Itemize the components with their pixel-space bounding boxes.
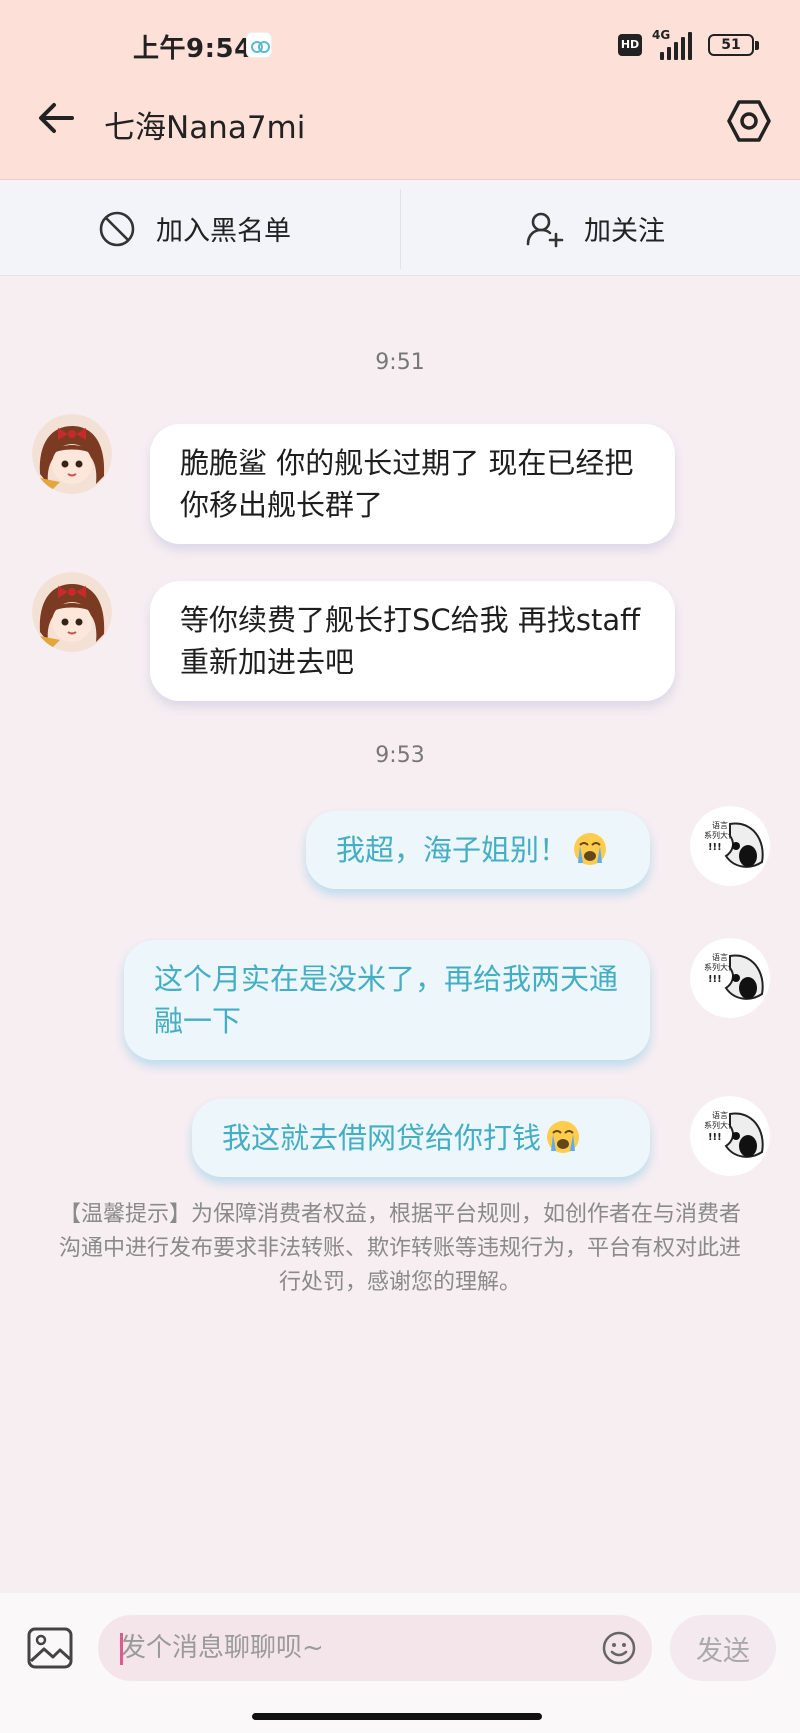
image-icon [27, 1627, 73, 1669]
image-button[interactable] [27, 1627, 73, 1669]
message-composer: 发送 [0, 1593, 800, 1733]
arrow-left-icon [39, 103, 74, 133]
message-input[interactable] [120, 1615, 560, 1681]
emoji-button[interactable] [602, 1631, 636, 1665]
avatar[interactable] [32, 414, 112, 494]
svg-text:语言: 语言 [712, 820, 728, 830]
smiley-icon [602, 1631, 636, 1665]
send-button[interactable]: 发送 [670, 1615, 776, 1681]
battery-icon: 51 [708, 34, 754, 56]
action-divider [400, 189, 401, 269]
block-user-label: 加入黑名单 [156, 216, 291, 247]
comic-character-avatar-icon: 语言 系列大佬 !!! [690, 938, 770, 1018]
message-input-container[interactable] [98, 1615, 652, 1681]
message-bubble-incoming[interactable]: 脆脆鲨 你的舰长过期了 现在已经把你移出舰长群了 [150, 424, 675, 544]
block-user-button[interactable]: 加入黑名单 [98, 181, 291, 276]
avatar[interactable] [32, 572, 112, 652]
block-icon [99, 211, 135, 246]
battery-level: 51 [721, 37, 741, 53]
message-text: 脆脆鲨 你的舰长过期了 现在已经把你移出舰长群了 [180, 446, 634, 522]
svg-text:!!!: !!! [708, 974, 722, 985]
my-avatar[interactable]: 语言 系列大佬 !!! [690, 1096, 770, 1176]
signal-icon [658, 30, 698, 60]
hexagon-settings-icon [727, 100, 771, 142]
chat-screen: 上午9:54 HD 4G 51 七海Nana7mi 加入黑名单 加关注 9:51… [0, 0, 800, 1733]
status-time: 上午9:54 [133, 34, 253, 64]
home-indicator[interactable] [252, 1713, 542, 1720]
message-text: 我这就去借网贷给你打钱 [222, 1121, 542, 1155]
follow-button[interactable]: 加关注 [526, 181, 665, 276]
message-bubble-outgoing[interactable]: 我这就去借网贷给你打钱 [192, 1099, 650, 1177]
battery-tip [755, 41, 759, 50]
action-bar: 加入黑名单 加关注 [0, 181, 800, 276]
chat-title: 七海Nana7mi [104, 110, 306, 146]
settings-button[interactable] [726, 98, 772, 144]
follow-label: 加关注 [584, 216, 665, 247]
timestamp: 9:53 [375, 743, 425, 768]
anime-girl-avatar-icon [32, 572, 112, 652]
message-text: 我超，海子姐别！ [336, 833, 569, 867]
message-text: 这个月实在是没米了，再给我两天通融一下 [154, 962, 619, 1038]
text-cursor [120, 1633, 123, 1665]
loudly-crying-emoji-icon [547, 1121, 580, 1153]
comic-character-avatar-icon: 语言 系列大佬 !!! [690, 1096, 770, 1176]
loudly-crying-emoji-icon [574, 833, 607, 865]
status-indicators: HD 4G 51 [618, 28, 768, 62]
message-bubble-outgoing[interactable]: 这个月实在是没米了，再给我两天通融一下 [124, 940, 650, 1060]
svg-text:语言: 语言 [712, 952, 728, 962]
comic-character-avatar-icon: 语言 系列大佬 !!! [690, 806, 770, 886]
svg-text:语言: 语言 [712, 1110, 728, 1120]
timestamp: 9:51 [375, 350, 425, 375]
status-bar: 上午9:54 HD 4G 51 [0, 28, 800, 68]
svg-text:!!!: !!! [708, 842, 722, 853]
my-avatar[interactable]: 语言 系列大佬 !!! [690, 806, 770, 886]
message-bubble-outgoing[interactable]: 我超，海子姐别！ [306, 811, 650, 889]
message-text: 等你续费了舰长打SC给我 再找staff重新加进去吧 [180, 603, 641, 679]
svg-text:!!!: !!! [708, 1132, 722, 1143]
hd-icon: HD [618, 34, 642, 56]
message-bubble-incoming[interactable]: 等你续费了舰长打SC给我 再找staff重新加进去吧 [150, 581, 675, 701]
app-notification-icon [246, 32, 272, 58]
safety-notice: 【温馨提示】为保障消费者权益，根据平台规则，如创作者在与消费者沟通中进行发布要求… [58, 1202, 741, 1295]
chat-header: 上午9:54 HD 4G 51 七海Nana7mi [0, 0, 800, 180]
anime-girl-avatar-icon [32, 414, 112, 494]
add-user-icon [526, 212, 564, 247]
back-button[interactable] [34, 96, 78, 140]
my-avatar[interactable]: 语言 系列大佬 !!! [690, 938, 770, 1018]
